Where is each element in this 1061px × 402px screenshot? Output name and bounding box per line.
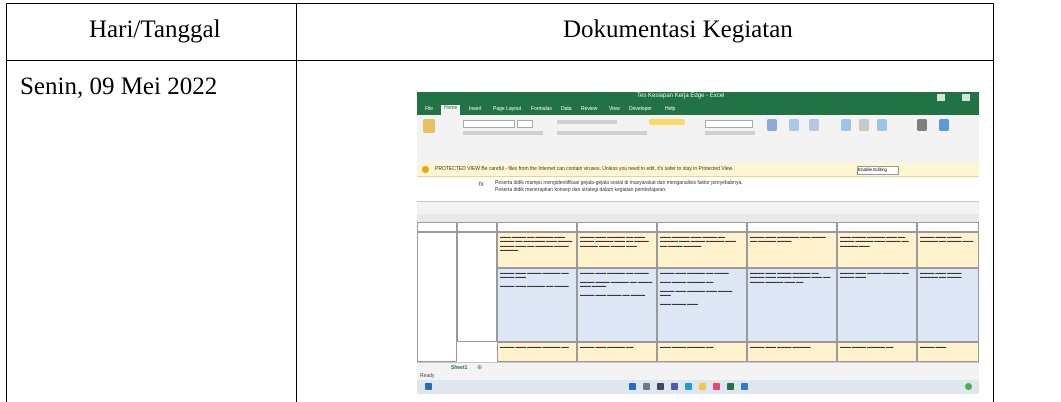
grid-header-cell bbox=[457, 222, 497, 232]
tab-view: View bbox=[609, 106, 620, 112]
grid-cell: ▬▬▬ ▬▬▬▬ ▬▬ ▬▬▬▬▬ ▬▬▬ ▬▬▬▬ ▬▬ ▬▬▬▬▬▬ ▬▬▬… bbox=[497, 232, 577, 268]
conditional-format-icon bbox=[767, 119, 777, 131]
status-text: Ready bbox=[420, 373, 435, 379]
formula-line-1: Peserta didik mampu mengidentifikasi gej… bbox=[495, 180, 743, 186]
grid-cell: ▬▬▬▬ ▬▬▬ ▬▬▬▬ ▬▬▬▬▬ ▬▬ ▬▬▬▬ ▬▬▬ bbox=[837, 268, 917, 342]
grid-cell: ▬▬▬▬ ▬▬▬ ▬▬▬▬ ▬▬▬▬▬ bbox=[747, 342, 837, 362]
grid-group-cell bbox=[457, 232, 497, 342]
grid-header-cell bbox=[497, 222, 577, 232]
grid-cell: ▬▬▬▬ ▬▬▬ ▬▬▬▬▬ ▬▬ ▬▬▬▬ ▬▬▬ ▬▬▬▬ ▬▬▬▬▬ ▬▬ ▬… bbox=[657, 268, 747, 342]
add-sheet-icon: ⊕ bbox=[477, 365, 483, 371]
excel-icon bbox=[727, 383, 734, 390]
excel-titlebar: Tes Kesiapan Kerja Edge - Excel bbox=[417, 92, 979, 104]
grid-cell: ▬▬▬▬ ▬▬▬ bbox=[917, 342, 979, 362]
grid-row-label-cell bbox=[417, 232, 457, 362]
ribbon-block bbox=[463, 131, 543, 135]
worksheet-grid: ▬▬▬ ▬▬▬▬ ▬▬ ▬▬▬▬▬ ▬▬▬ ▬▬▬▬ ▬▬ ▬▬▬▬▬▬ ▬▬▬… bbox=[417, 222, 979, 362]
grid-cell: ▬▬▬▬ ▬▬▬ ▬▬▬▬ ▬▬▬▬▬ ▬▬ ▬▬▬▬ ▬▬▬ ▬▬▬▬ ▬▬▬ … bbox=[497, 268, 577, 342]
formula-bar: fx Peserta didik mampu mengidentifikasi … bbox=[417, 177, 979, 202]
paste-icon bbox=[423, 119, 435, 133]
minimize-icon bbox=[937, 94, 945, 101]
table-border-middle bbox=[296, 3, 297, 402]
search-icon bbox=[643, 383, 650, 390]
grid-header-cell bbox=[837, 222, 917, 232]
grid-cell: ▬▬▬▬ ▬▬▬ ▬▬▬▬▬ ▬▬ ▬▬▬ ▬▬▬▬ ▬▬▬▬▬ ▬▬▬ ▬▬ … bbox=[577, 232, 657, 268]
number-format-box bbox=[705, 120, 753, 128]
tab-data: Data bbox=[561, 106, 572, 112]
grid-header-cell bbox=[657, 222, 747, 232]
tab-help: Help bbox=[665, 106, 676, 112]
fx-icon: fx bbox=[479, 182, 484, 188]
quick-access-toolbar bbox=[417, 155, 979, 163]
table-border-top bbox=[6, 3, 993, 4]
grid-cell: ▬▬▬▬ ▬▬▬ ▬▬▬▬ ▬▬▬▬▬ ▬▬ bbox=[497, 342, 577, 362]
ribbon-block bbox=[705, 131, 755, 135]
wrap-text-icon bbox=[649, 119, 685, 125]
format-icon bbox=[877, 119, 887, 131]
format-table-icon bbox=[789, 119, 799, 131]
app-icon bbox=[741, 383, 748, 390]
warning-icon bbox=[422, 166, 429, 173]
table-border-left bbox=[6, 3, 7, 402]
tab-page-layout: Page Layout bbox=[493, 106, 522, 112]
grid-header-cell bbox=[747, 222, 837, 232]
ribbon-block bbox=[557, 120, 617, 124]
formula-line-2: Peserta didik menerapkan konsep dan stra… bbox=[495, 187, 667, 193]
ribbon-tabs: File Home Insert Page Layout Formulas Da… bbox=[417, 104, 979, 115]
tab-file: File bbox=[425, 106, 434, 112]
formula-content: Peserta didik mampu mengidentifikasi gej… bbox=[495, 180, 743, 194]
windows-taskbar bbox=[417, 380, 979, 394]
grid-cell: ▬▬▬ ▬▬▬▬▬ ▬▬▬ ▬▬▬▬ ▬▬ ▬▬▬▬▬ ▬▬▬ ▬▬▬▬ ▬▬▬… bbox=[657, 232, 747, 268]
header-documentation: Dokumentasi Kegiatan bbox=[563, 16, 793, 43]
edge-icon bbox=[685, 383, 692, 390]
ribbon-block bbox=[557, 131, 647, 135]
grid-cell: ▬▬▬▬ ▬▬▬ ▬▬▬▬ ▬▬▬▬▬ ▬▬ ▬▬▬▬ bbox=[917, 268, 979, 342]
find-icon bbox=[939, 119, 949, 131]
grid-header-cell bbox=[917, 222, 979, 232]
grid-cell: ▬▬▬ ▬▬▬▬ ▬▬▬▬▬ ▬▬ bbox=[837, 342, 917, 362]
tab-formulas: Formulas bbox=[531, 106, 552, 112]
sheet-tab: Sheet1 bbox=[451, 365, 468, 371]
tab-home: Home bbox=[441, 105, 461, 115]
tab-insert: Insert bbox=[469, 106, 482, 112]
explorer-icon bbox=[699, 383, 706, 390]
excel-ribbon bbox=[417, 115, 979, 156]
font-box bbox=[463, 120, 515, 128]
grid-cell: ▬▬▬▬ ▬▬▬ ▬▬▬▬ ▬▬▬▬▬ ▬▬ ▬▬▬▬ ▬▬▬ ▬▬▬▬ ▬▬▬… bbox=[747, 268, 837, 342]
row-date: Senin, 09 Mei 2022 bbox=[20, 73, 218, 100]
start-icon bbox=[629, 383, 636, 390]
cell-styles-icon bbox=[809, 119, 819, 131]
grid-cell: ▬▬▬ ▬▬▬▬ ▬▬▬▬▬ ▬▬▬ ▬▬ ▬▬▬▬ ▬▬▬▬▬ ▬▬▬ ▬▬▬… bbox=[837, 232, 917, 268]
excel-screenshot: Tes Kesiapan Kerja Edge - Excel File Hom… bbox=[417, 92, 979, 394]
window-title: Tes Kesiapan Kerja Edge - Excel bbox=[637, 93, 725, 99]
enable-editing-button: Enable Editing bbox=[857, 166, 899, 175]
grid-header-cell bbox=[417, 222, 457, 232]
status-bar: Ready bbox=[417, 372, 979, 380]
table-border-header-bottom bbox=[6, 60, 993, 61]
grid-cell: ▬▬▬ ▬▬▬▬ ▬▬▬▬▬ ▬▬ bbox=[657, 342, 747, 362]
task-view-icon bbox=[657, 383, 664, 390]
teams-icon bbox=[671, 383, 678, 390]
table-border-right bbox=[993, 3, 994, 402]
grid-cell: ▬▬▬▬ ▬▬▬ ▬▬▬▬ ▬▬▬▬▬ ▬▬ ▬▬▬▬ ▬▬▬ bbox=[917, 232, 979, 268]
grid-header-cell bbox=[577, 222, 657, 232]
close-icon bbox=[962, 94, 970, 101]
header-date: Hari/Tanggal bbox=[89, 16, 221, 43]
grid-cell: ▬▬▬▬ ▬▬▬ ▬▬▬▬▬▬ ▬▬▬ ▬▬▬▬ ▬▬ ▬▬▬▬▬ ▬▬▬▬ bbox=[747, 232, 837, 268]
insert-icon bbox=[841, 119, 851, 131]
autosum-icon bbox=[917, 119, 927, 131]
tab-review: Review bbox=[581, 106, 598, 112]
grid-cell: ▬▬▬▬ ▬▬▬ ▬▬▬▬▬ ▬▬ bbox=[577, 342, 657, 362]
font-size-box bbox=[517, 120, 533, 128]
tab-developer: Developer bbox=[629, 106, 652, 112]
delete-icon bbox=[859, 119, 869, 131]
grid-cell: ▬▬▬▬ ▬▬▬ ▬▬▬▬▬ ▬▬ ▬▬▬▬ ▬▬▬▬ ▬▬▬▬ ▬▬▬▬▬ ▬▬… bbox=[577, 268, 657, 342]
widgets-icon bbox=[425, 383, 432, 390]
store-icon bbox=[713, 383, 720, 390]
notification-icon bbox=[965, 383, 972, 390]
protected-view-bar: PROTECTED VIEW Be careful - files from t… bbox=[417, 163, 979, 177]
protected-view-text: PROTECTED VIEW Be careful - files from t… bbox=[435, 166, 734, 172]
